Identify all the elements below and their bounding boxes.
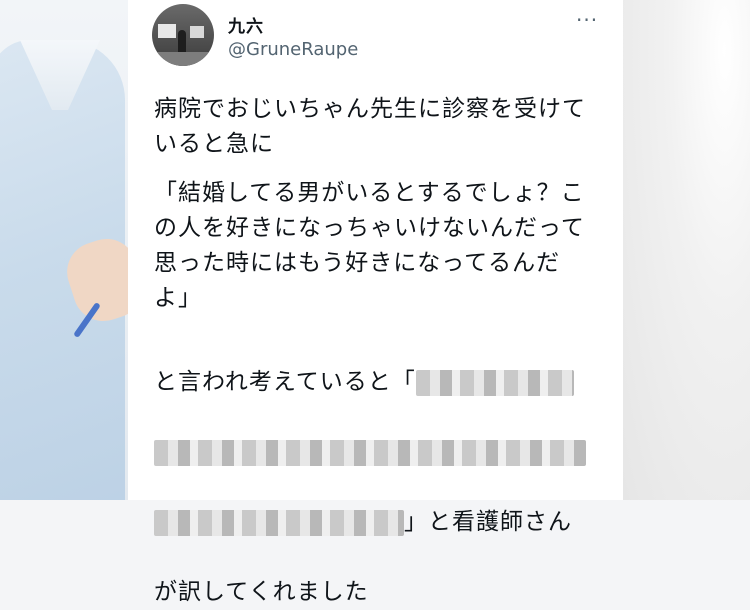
tweet-paragraph-3: と言われ考えていると「 」と看護師さん が訳してくれました	[154, 330, 594, 610]
tweet-paragraph-1: 病院でおじいちゃん先生に診察を受けていると急に	[154, 96, 586, 157]
user-handle[interactable]: @GruneRaupe	[228, 39, 358, 60]
avatar-frame-left	[158, 24, 176, 38]
tweet-text: 病院でおじいちゃん先生に診察を受けていると急に 「結婚してる男がいるとするでしょ…	[154, 92, 594, 610]
background-photo-right	[623, 0, 750, 500]
display-name[interactable]: 九六	[228, 12, 264, 37]
tweet-card: 九六 @GruneRaupe ··· 病院でおじいちゃん先生に診察を受けていると…	[128, 0, 623, 605]
avatar-frame-right	[190, 26, 204, 38]
avatar-floor	[152, 52, 214, 66]
avatar[interactable]	[152, 4, 214, 66]
mosaic-blur	[154, 439, 586, 466]
tweet-paragraph-2: 「結婚してる男がいるとするでしょ？この人を好きになっちゃいけないんだって思った時…	[154, 180, 585, 311]
nurse-photo	[0, 0, 128, 500]
tweet-paragraph-3-suffix: 」と看護師さん	[404, 509, 572, 535]
more-options-icon[interactable]: ···	[576, 8, 598, 32]
mosaic-blur	[415, 369, 574, 396]
tweet-paragraph-3-prefix: と言われ考えていると「	[154, 369, 416, 395]
tweet-paragraph-4: が訳してくれました	[154, 579, 369, 605]
mosaic-blur	[154, 509, 404, 536]
